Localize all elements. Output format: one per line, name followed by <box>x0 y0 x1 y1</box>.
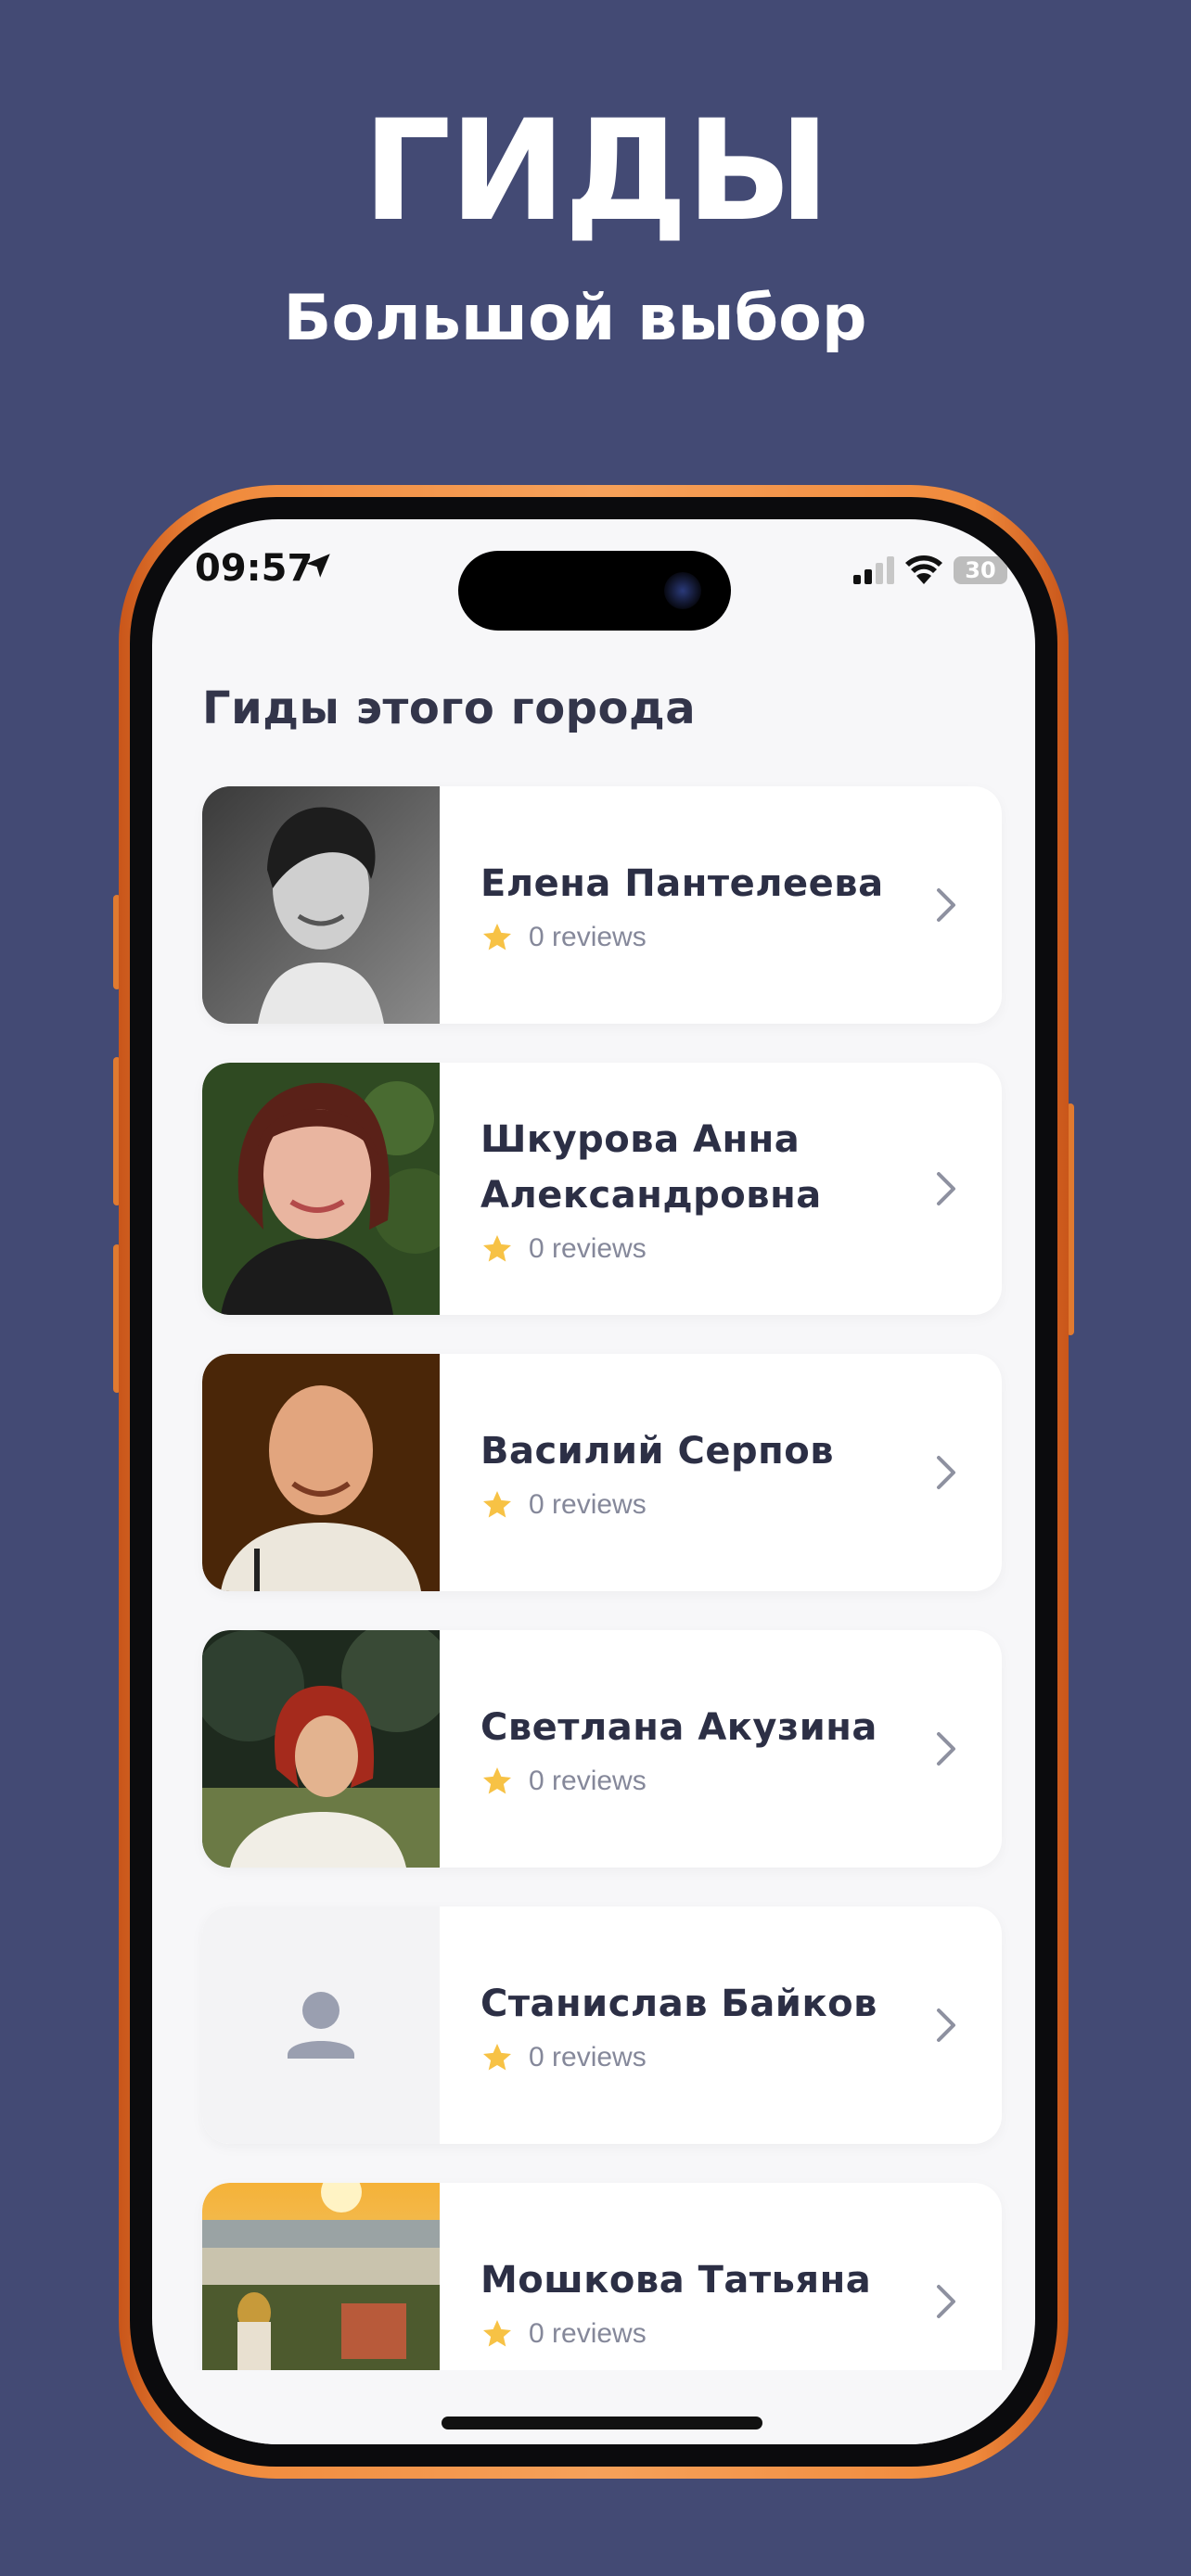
guide-reviews: 0 reviews <box>529 1233 647 1264</box>
front-camera <box>664 572 701 609</box>
guide-reviews: 0 reviews <box>529 2042 647 2072</box>
battery-indicator: 30 <box>954 556 1007 584</box>
star-icon <box>483 2320 511 2347</box>
guide-card[interactable]: Василий Серпов 0 reviews <box>202 1354 1002 1591</box>
guide-name: Станислав Байков <box>480 1983 877 2025</box>
guide-reviews: 0 reviews <box>529 1489 647 1520</box>
chevron-right-icon[interactable] <box>935 2283 957 2320</box>
guide-card[interactable]: Шкурова Анна Александровна 0 reviews <box>202 1063 1002 1315</box>
guide-card[interactable]: Елена Пантелеева 0 reviews <box>202 786 1002 1024</box>
guide-photo <box>202 1630 440 1868</box>
cellular-signal-icon <box>853 556 894 584</box>
guide-name: Елена Пантелеева <box>480 862 884 905</box>
status-time: 09:57 <box>195 547 314 590</box>
wifi-icon <box>905 555 942 584</box>
chevron-right-icon[interactable] <box>935 886 957 924</box>
guide-rating: 0 reviews <box>480 921 918 954</box>
guide-rating: 0 reviews <box>480 2317 918 2351</box>
bottom-safe-area <box>152 2370 1035 2444</box>
guide-reviews: 0 reviews <box>529 1766 647 1796</box>
guide-name: Шкурова Анна Александровна <box>480 1118 822 1217</box>
star-icon <box>483 1491 511 1518</box>
guide-reviews: 0 reviews <box>529 922 647 952</box>
guide-name: Светлана Акузина <box>480 1706 877 1749</box>
guide-rating: 0 reviews <box>480 1488 918 1522</box>
promo-subheadline: Большой выбор <box>283 282 867 355</box>
guide-card[interactable]: Станислав Байков 0 reviews <box>202 1906 1002 2144</box>
star-icon <box>483 1235 511 1262</box>
guide-rating: 0 reviews <box>480 2041 918 2074</box>
promo-headline: ГИДЫ <box>362 91 830 252</box>
star-icon <box>483 2044 511 2071</box>
star-icon <box>483 924 511 950</box>
guide-card[interactable]: Светлана Акузина 0 reviews <box>202 1630 1002 1868</box>
guide-photo <box>202 786 440 1024</box>
chevron-right-icon[interactable] <box>935 1170 957 1207</box>
chevron-right-icon[interactable] <box>935 2007 957 2044</box>
home-indicator[interactable] <box>442 2417 762 2429</box>
guide-photo <box>202 1063 440 1315</box>
guide-name: Василий Серпов <box>480 1430 835 1473</box>
chevron-right-icon[interactable] <box>935 1454 957 1491</box>
chevron-right-icon[interactable] <box>935 1730 957 1767</box>
guide-rating: 0 reviews <box>480 1765 918 1798</box>
guide-photo <box>202 1354 440 1591</box>
guide-rating: 0 reviews <box>480 1232 918 1266</box>
location-arrow-icon <box>306 554 330 578</box>
guide-name: Мошкова Татьяна <box>480 2259 872 2302</box>
star-icon <box>483 1767 511 1794</box>
page-title: Гиды этого города <box>202 682 697 734</box>
phone-screen: 09:57 30 Гиды этого города Елена Пантеле… <box>152 519 1035 2444</box>
dynamic-island <box>458 551 731 631</box>
guide-photo <box>202 1906 440 2144</box>
person-placeholder-icon <box>288 1992 354 2059</box>
guide-reviews: 0 reviews <box>529 2318 647 2349</box>
